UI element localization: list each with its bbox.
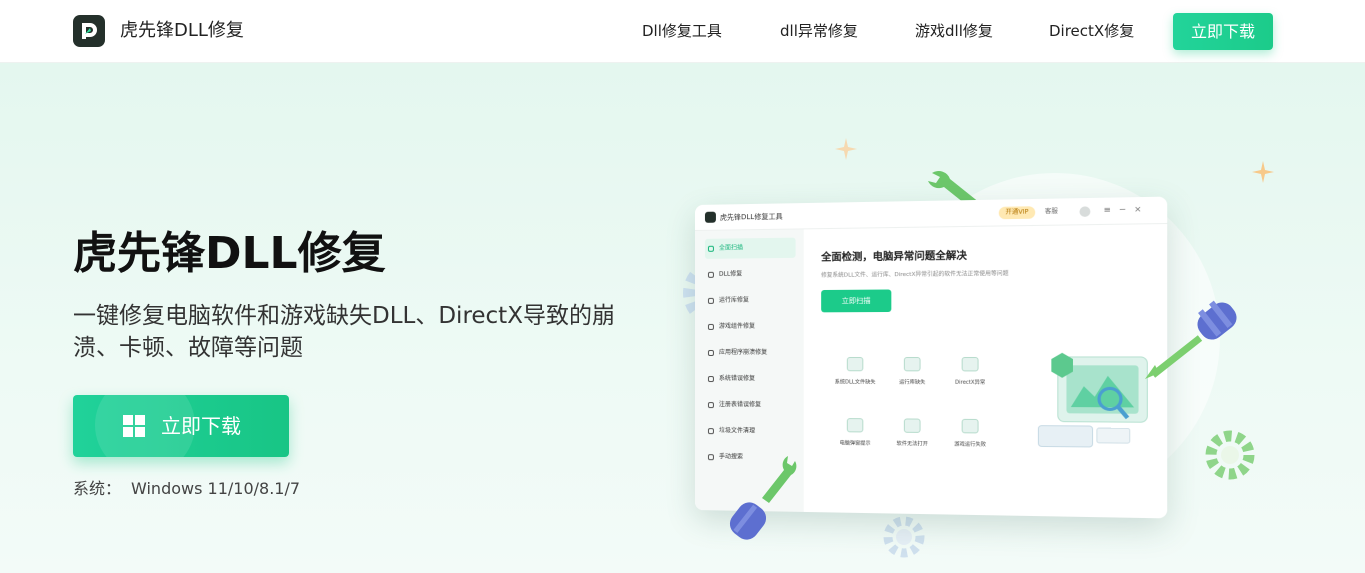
scan-icon [707, 245, 714, 252]
app-title: 虎先锋DLL修复工具 [719, 212, 783, 222]
system-label: 系统： [73, 479, 122, 498]
hero-title: 虎先锋DLL修复 [73, 228, 386, 279]
sidebar-item-runtime-repair: 运行库修复 [705, 290, 796, 311]
nav-dll-repair-tool[interactable]: Dll修复工具 [642, 21, 722, 41]
feature-popup: 电脑弹窗提示 [824, 418, 886, 449]
gear-icon [707, 376, 714, 383]
warning-icon [846, 418, 864, 433]
feature-label: 电脑弹窗提示 [839, 440, 871, 447]
wrench-icon [729, 456, 797, 540]
runtime-icon [707, 297, 714, 304]
sidebar-item-dll-repair: DLL修复 [705, 264, 796, 285]
apps-icon [707, 349, 714, 356]
feature-label: DirectX异常 [955, 379, 986, 386]
registry-icon [707, 402, 714, 409]
gamepad-icon [961, 418, 979, 434]
system-value: Windows 11/10/8.1/7 [131, 479, 301, 498]
brand-name[interactable]: 虎先锋DLL修复 [120, 19, 244, 43]
screwdriver-icon [1145, 300, 1237, 379]
hero-subtitle: 一键修复电脑软件和游戏缺失DLL、DirectX导致的崩溃、卡顿、故障等问题 [73, 303, 615, 361]
nav-directx-repair[interactable]: DirectX修复 [1049, 21, 1134, 41]
feature-label: 游戏运行失败 [954, 441, 987, 448]
sidebar-item-label: DLL修复 [718, 270, 743, 278]
app-logo-icon [704, 211, 716, 223]
minimize-icon: − [1118, 204, 1127, 215]
site-header: 虎先锋DLL修复 Dll修复工具 dll异常修复 游戏dll修复 DirectX… [0, 0, 1365, 63]
windows-icon [123, 415, 145, 437]
sidebar-item-app-crash: 应用程序崩溃修复 [705, 343, 796, 363]
service-link: 客服 [1044, 207, 1058, 216]
sidebar-item-label: 垃圾文件清理 [718, 427, 756, 435]
app-scan-button: 立即扫描 [821, 289, 892, 313]
feature-label: 系统DLL文件缺失 [834, 379, 876, 386]
app-main-subtitle: 修复系统DLL文件、运行库、DirectX异常引起的软件无法正常使用等问题 [821, 270, 1009, 279]
hero-download-button[interactable]: 立即下载 [73, 395, 289, 457]
sidebar-item-system-error: 系统错误修复 [705, 369, 796, 389]
avatar [1079, 206, 1091, 217]
cube-icon [903, 418, 921, 433]
logo-mark [82, 23, 97, 39]
product-illustration: 虎先锋DLL修复工具 开通VIP 客服 ≡ − × 全面扫描 DLL修复 运行库… [660, 133, 1280, 573]
header-download-button[interactable]: 立即下载 [1173, 13, 1273, 50]
nav-game-dll-repair[interactable]: 游戏dll修复 [915, 21, 993, 41]
sparkle-icon [835, 138, 857, 160]
menu-icon: ≡ [1103, 204, 1111, 215]
hero-section: 虎先锋DLL修复 一键修复电脑软件和游戏缺失DLL、DirectX导致的崩溃、卡… [0, 63, 1365, 573]
sidebar-item-registry: 注册表错误修复 [705, 395, 796, 416]
feature-runtime-missing: 运行库缺失 [881, 356, 944, 388]
app-titlebar: 虎先锋DLL修复工具 开通VIP 客服 ≡ − × [695, 196, 1168, 231]
terminal-icon [903, 356, 921, 372]
gear-icon [883, 516, 925, 558]
app-main-title: 全面检测，电脑异常问题全解决 [821, 250, 967, 264]
computer-illustration-icon [1028, 352, 1159, 470]
hero-download-label: 立即下载 [161, 414, 241, 438]
trash-icon [707, 428, 714, 435]
feature-label: 运行库缺失 [899, 379, 926, 386]
document-icon [846, 356, 864, 372]
sidebar-item-label: 全面扫描 [718, 244, 744, 252]
close-icon: × [1134, 204, 1142, 215]
search-icon [707, 454, 714, 461]
sidebar-item-label: 应用程序崩溃修复 [718, 348, 768, 356]
sidebar-item-cleanup: 垃圾文件清理 [705, 421, 796, 442]
sidebar-item-game-component: 游戏组件修复 [705, 317, 796, 337]
feature-game-fail: 游戏运行失败 [938, 418, 1002, 451]
vip-badge: 开通VIP [998, 206, 1036, 220]
sparkle-icon [1252, 161, 1274, 183]
sidebar-item-label: 系统错误修复 [718, 375, 756, 383]
nav-dll-exception-repair[interactable]: dll异常修复 [780, 21, 858, 41]
gamepad-icon [707, 323, 714, 330]
system-requirements: 系统： Windows 11/10/8.1/7 [73, 478, 300, 500]
gear-icon [1205, 430, 1255, 480]
feature-dll-missing: 系统DLL文件缺失 [824, 356, 886, 388]
feature-directx: DirectX异常 [938, 356, 1002, 388]
sidebar-item-label: 注册表错误修复 [718, 401, 762, 409]
feature-label: 软件无法打开 [896, 440, 928, 448]
file-icon [707, 271, 714, 278]
sidebar-item-full-scan: 全面扫描 [704, 237, 796, 259]
sidebar-item-label: 运行库修复 [718, 296, 750, 304]
brand-logo-icon[interactable] [73, 15, 105, 47]
lightning-icon [961, 356, 979, 372]
feature-app-open: 软件无法打开 [881, 418, 944, 449]
sidebar-item-label: 游戏组件修复 [718, 322, 756, 330]
